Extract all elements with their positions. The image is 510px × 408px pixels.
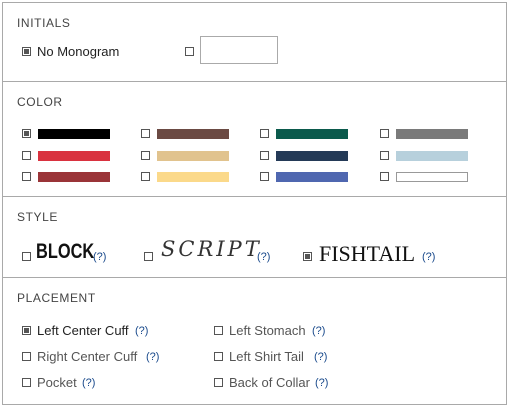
color-swatch-light-yellow (157, 172, 229, 182)
color-checkbox-tan[interactable] (141, 151, 150, 160)
color-checkbox-blue[interactable] (260, 172, 269, 181)
placement-title: PLACEMENT (17, 291, 96, 305)
color-title: COLOR (17, 95, 63, 109)
placement-left-stomach-help-link[interactable]: (?) (312, 325, 325, 337)
placement-left-stomach-label: Left Stomach (229, 323, 306, 338)
color-checkbox-light-yellow[interactable] (141, 172, 150, 181)
color-checkbox-maroon[interactable] (22, 172, 31, 181)
color-swatch-maroon (38, 172, 110, 182)
placement-right-center-cuff-label: Right Center Cuff (37, 349, 138, 364)
style-script-help-link[interactable]: (?) (257, 251, 270, 263)
color-checkbox-light-blue[interactable] (380, 151, 389, 160)
placement-pocket-checkbox[interactable] (22, 378, 31, 387)
color-checkbox-black[interactable] (22, 129, 31, 138)
initials-panel: INITIALS No Monogram (2, 2, 507, 82)
color-panel: COLOR (2, 81, 507, 197)
color-checkbox-red[interactable] (22, 151, 31, 160)
color-swatch-tan (157, 151, 229, 161)
no-monogram-checkbox[interactable] (22, 47, 31, 56)
style-fishtail-label: FISHTAIL (319, 241, 416, 266)
no-monogram-label: No Monogram (37, 44, 120, 59)
color-swatch-red (38, 151, 110, 161)
placement-panel: PLACEMENT Left Center Cuff (?) Right Cen… (2, 277, 507, 405)
style-fishtail-checkbox[interactable] (303, 252, 312, 261)
placement-back-of-collar-label: Back of Collar (229, 375, 310, 390)
placement-left-shirt-tail-label: Left Shirt Tail (229, 349, 304, 364)
color-checkbox-navy[interactable] (260, 151, 269, 160)
color-swatch-brown (157, 129, 229, 139)
color-swatch-gray (396, 129, 468, 139)
color-swatch-navy (276, 151, 348, 161)
placement-left-stomach-checkbox[interactable] (214, 326, 223, 335)
color-swatch-dark-teal (276, 129, 348, 139)
placement-left-center-cuff-checkbox[interactable] (22, 326, 31, 335)
style-script-label: SCRIPT (161, 237, 262, 261)
color-swatch-black (38, 129, 110, 139)
style-title: STYLE (17, 210, 59, 224)
color-checkbox-white[interactable] (380, 172, 389, 181)
color-checkbox-gray[interactable] (380, 129, 389, 138)
color-swatch-blue (276, 172, 348, 182)
custom-initials-checkbox[interactable] (185, 47, 194, 56)
color-swatch-light-blue (396, 151, 468, 161)
initials-input[interactable] (200, 36, 278, 64)
initials-title: INITIALS (17, 16, 71, 30)
style-block-help-link[interactable]: (?) (93, 251, 106, 263)
placement-back-of-collar-checkbox[interactable] (214, 378, 223, 387)
style-panel: STYLE BLOCK (?) SCRIPT (?) FISHTAIL (?) (2, 196, 507, 278)
style-block-checkbox[interactable] (22, 252, 31, 261)
placement-pocket-label: Pocket (37, 375, 77, 390)
color-checkbox-brown[interactable] (141, 129, 150, 138)
placement-right-center-cuff-checkbox[interactable] (22, 352, 31, 361)
style-fishtail-help-link[interactable]: (?) (422, 251, 435, 263)
placement-left-center-cuff-label: Left Center Cuff (37, 323, 129, 338)
placement-pocket-help-link[interactable]: (?) (82, 377, 95, 389)
color-checkbox-dark-teal[interactable] (260, 129, 269, 138)
placement-back-of-collar-help-link[interactable]: (?) (315, 377, 328, 389)
color-swatch-white (396, 172, 468, 182)
style-script-checkbox[interactable] (144, 252, 153, 261)
placement-right-center-cuff-help-link[interactable]: (?) (146, 351, 159, 363)
placement-left-shirt-tail-help-link[interactable]: (?) (314, 351, 327, 363)
style-block-label: BLOCK (36, 240, 95, 263)
placement-left-shirt-tail-checkbox[interactable] (214, 352, 223, 361)
placement-left-center-cuff-help-link[interactable]: (?) (135, 325, 148, 337)
